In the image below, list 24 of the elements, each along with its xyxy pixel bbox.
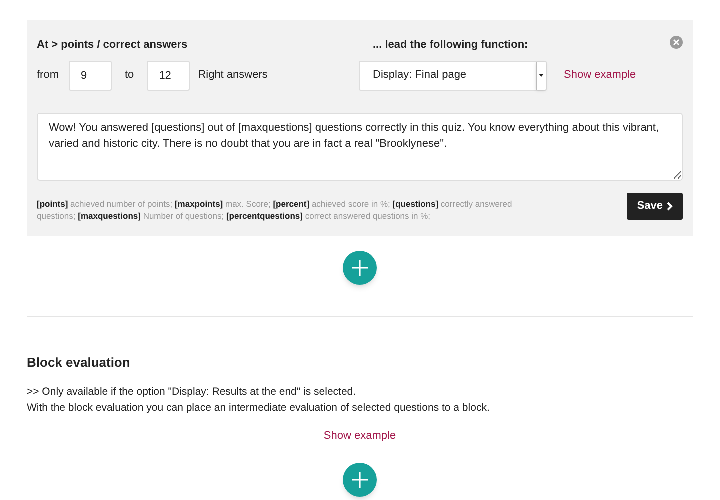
function-heading: ... lead the following function: xyxy=(373,38,530,53)
from-field[interactable]: 9 xyxy=(69,60,112,90)
show-example-link[interactable]: Show example xyxy=(324,428,396,444)
plus-icon xyxy=(351,258,369,276)
description-line: >> Only available if the option "Display: Results at the end" is selected. xyxy=(27,385,358,400)
to-field[interactable]: 12 xyxy=(147,60,190,90)
placeholder-legend: [points] achieved number of points; [maxpoints] max. Score; [percent] achieved score in %; [questions] correctly answered questions; [maxquestions] Number of questions; [percentquestions] correct answered questions in %; xyxy=(37,198,537,222)
function-select[interactable]: Display: Final page xyxy=(359,60,547,90)
close-button[interactable] xyxy=(670,36,683,49)
chevron-right-icon xyxy=(667,202,673,210)
description-line: With the block evaluation you can place an intermediate evaluation of selected questions to a block. xyxy=(27,401,491,416)
show-example-link[interactable]: Show example xyxy=(564,67,636,84)
section-heading: Block evaluation xyxy=(27,354,132,372)
to-label: to xyxy=(125,68,134,84)
plus-icon xyxy=(351,470,369,488)
add-button[interactable] xyxy=(343,462,377,496)
close-icon xyxy=(673,39,680,46)
add-button[interactable] xyxy=(343,250,377,284)
save-button[interactable]: Save xyxy=(627,192,683,220)
condition-heading: At > points / correct answers xyxy=(37,38,189,53)
message-field[interactable]: Wow! You answered [questions] out of [maxquestions] questions correctly in this quiz. You know everything about this vibrant, varied and historic city. There is no doubt that you are in fact a real "Brooklynese". xyxy=(37,112,683,180)
from-label: from xyxy=(37,68,59,84)
caret-icon xyxy=(539,74,544,77)
unit-label: Right answers xyxy=(198,68,268,84)
